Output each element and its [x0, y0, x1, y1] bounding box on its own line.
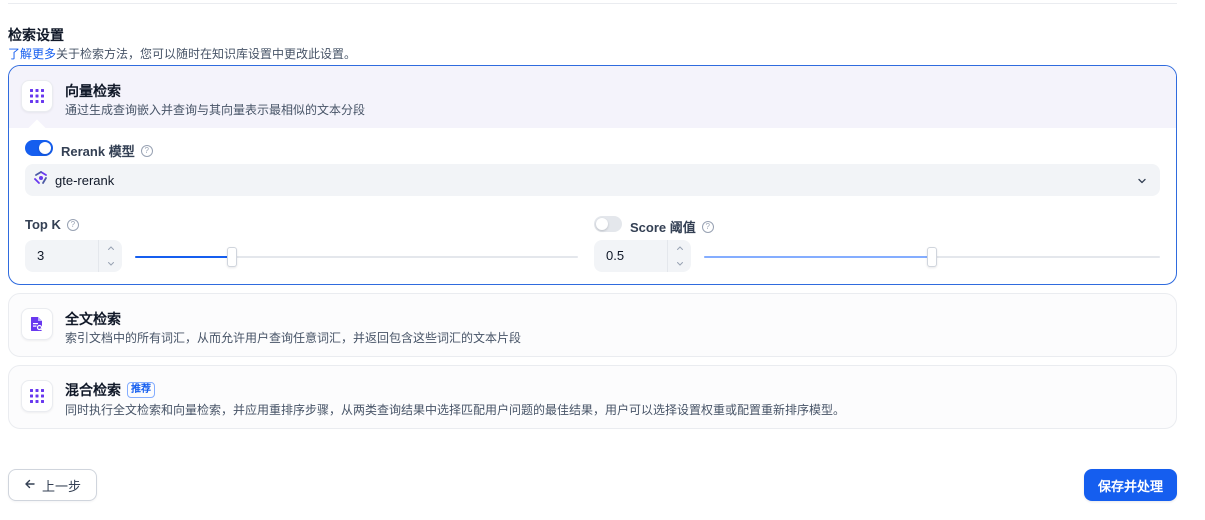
vector-search-title-text: 向量检索: [65, 83, 121, 99]
back-button[interactable]: 上一步: [8, 469, 97, 501]
hybrid-search-description: 同时执行全文检索和向量检索，并应用重排序步骤，从两类查询结果中选择匹配用户问题的…: [65, 403, 846, 417]
vector-search-description: 通过生成查询嵌入并查询与其向量表示最相似的文本分段: [65, 103, 366, 117]
rerank-label: Rerank 模型 ?: [61, 141, 153, 160]
help-icon[interactable]: ?: [140, 144, 153, 157]
chevron-down-icon[interactable]: [668, 256, 692, 272]
full-text-search-title: 全文检索: [65, 309, 121, 329]
recommended-badge: 推荐: [127, 382, 155, 398]
top-k-slider-thumb[interactable]: [227, 247, 238, 267]
grid-dots-icon: [21, 80, 53, 112]
score-threshold-arrows: [667, 240, 691, 272]
section-title: 检索设置: [8, 27, 64, 43]
arrow-left-icon: [24, 478, 36, 493]
score-threshold-label: Score 阈值 ?: [630, 217, 714, 236]
chevron-down-icon[interactable]: [99, 256, 123, 272]
top-k-arrows: [98, 240, 122, 272]
learn-more-link[interactable]: 了解更多: [8, 47, 56, 61]
top-k-label: Top K ?: [25, 217, 79, 232]
rerank-model-select[interactable]: gte-rerank: [25, 164, 1160, 196]
chevron-up-icon[interactable]: [668, 240, 692, 256]
chevron-down-icon: [1136, 174, 1148, 192]
rerank-toggle[interactable]: [25, 140, 53, 156]
rerank-model-name: gte-rerank: [55, 172, 115, 188]
score-threshold-toggle-knob: [596, 218, 608, 230]
section-description: 了解更多关于检索方法，您可以随时在知识库设置中更改此设置。: [8, 45, 356, 62]
top-k-value[interactable]: 3: [37, 248, 44, 263]
back-button-label: 上一步: [41, 478, 81, 494]
score-threshold-slider-fill: [704, 256, 932, 258]
top-k-slider-fill: [135, 256, 233, 258]
vector-search-header[interactable]: 向量检索 通过生成查询嵌入并查询与其向量表示最相似的文本分段: [9, 66, 1176, 128]
score-threshold-label-text: Score 阈值: [630, 220, 696, 235]
hybrid-search-title-text: 混合检索: [65, 382, 121, 398]
top-k-slider[interactable]: [135, 247, 578, 267]
score-threshold-stepper[interactable]: 0.5: [594, 240, 691, 272]
help-icon[interactable]: ?: [701, 220, 714, 233]
hybrid-search-card[interactable]: 混合检索 推荐 同时执行全文检索和向量检索，并应用重排序步骤，从两类查询结果中选…: [8, 365, 1177, 429]
vector-search-card[interactable]: 向量检索 通过生成查询嵌入并查询与其向量表示最相似的文本分段 Rerank 模型…: [8, 65, 1177, 285]
chevron-up-icon[interactable]: [99, 240, 123, 256]
vector-search-title: 向量检索: [65, 81, 121, 101]
full-text-search-description: 索引文档中的所有词汇，从而允许用户查询任意词汇，并返回包含这些词汇的文本片段: [65, 331, 522, 345]
save-and-process-button[interactable]: 保存并处理: [1084, 469, 1177, 501]
score-threshold-slider[interactable]: [704, 247, 1160, 267]
top-divider: [8, 3, 1177, 4]
top-k-stepper[interactable]: 3: [25, 240, 122, 272]
score-threshold-toggle[interactable]: [594, 216, 622, 232]
rerank-label-text: Rerank 模型: [61, 144, 135, 159]
model-provider-icon: [33, 170, 49, 191]
rerank-toggle-knob: [39, 142, 51, 154]
grid-dots-icon: [21, 380, 53, 412]
help-icon[interactable]: ?: [66, 218, 79, 231]
score-threshold-slider-thumb[interactable]: [927, 247, 937, 267]
document-search-icon: [21, 308, 53, 340]
section-description-text: 关于检索方法，您可以随时在知识库设置中更改此设置。: [56, 47, 357, 61]
score-threshold-value[interactable]: 0.5: [606, 248, 624, 263]
top-k-label-text: Top K: [25, 217, 61, 232]
full-text-search-title-text: 全文检索: [65, 311, 121, 327]
full-text-search-card[interactable]: 全文检索 索引文档中的所有词汇，从而允许用户查询任意词汇，并返回包含这些词汇的文…: [8, 293, 1177, 357]
hybrid-search-title: 混合检索 推荐: [65, 380, 155, 400]
